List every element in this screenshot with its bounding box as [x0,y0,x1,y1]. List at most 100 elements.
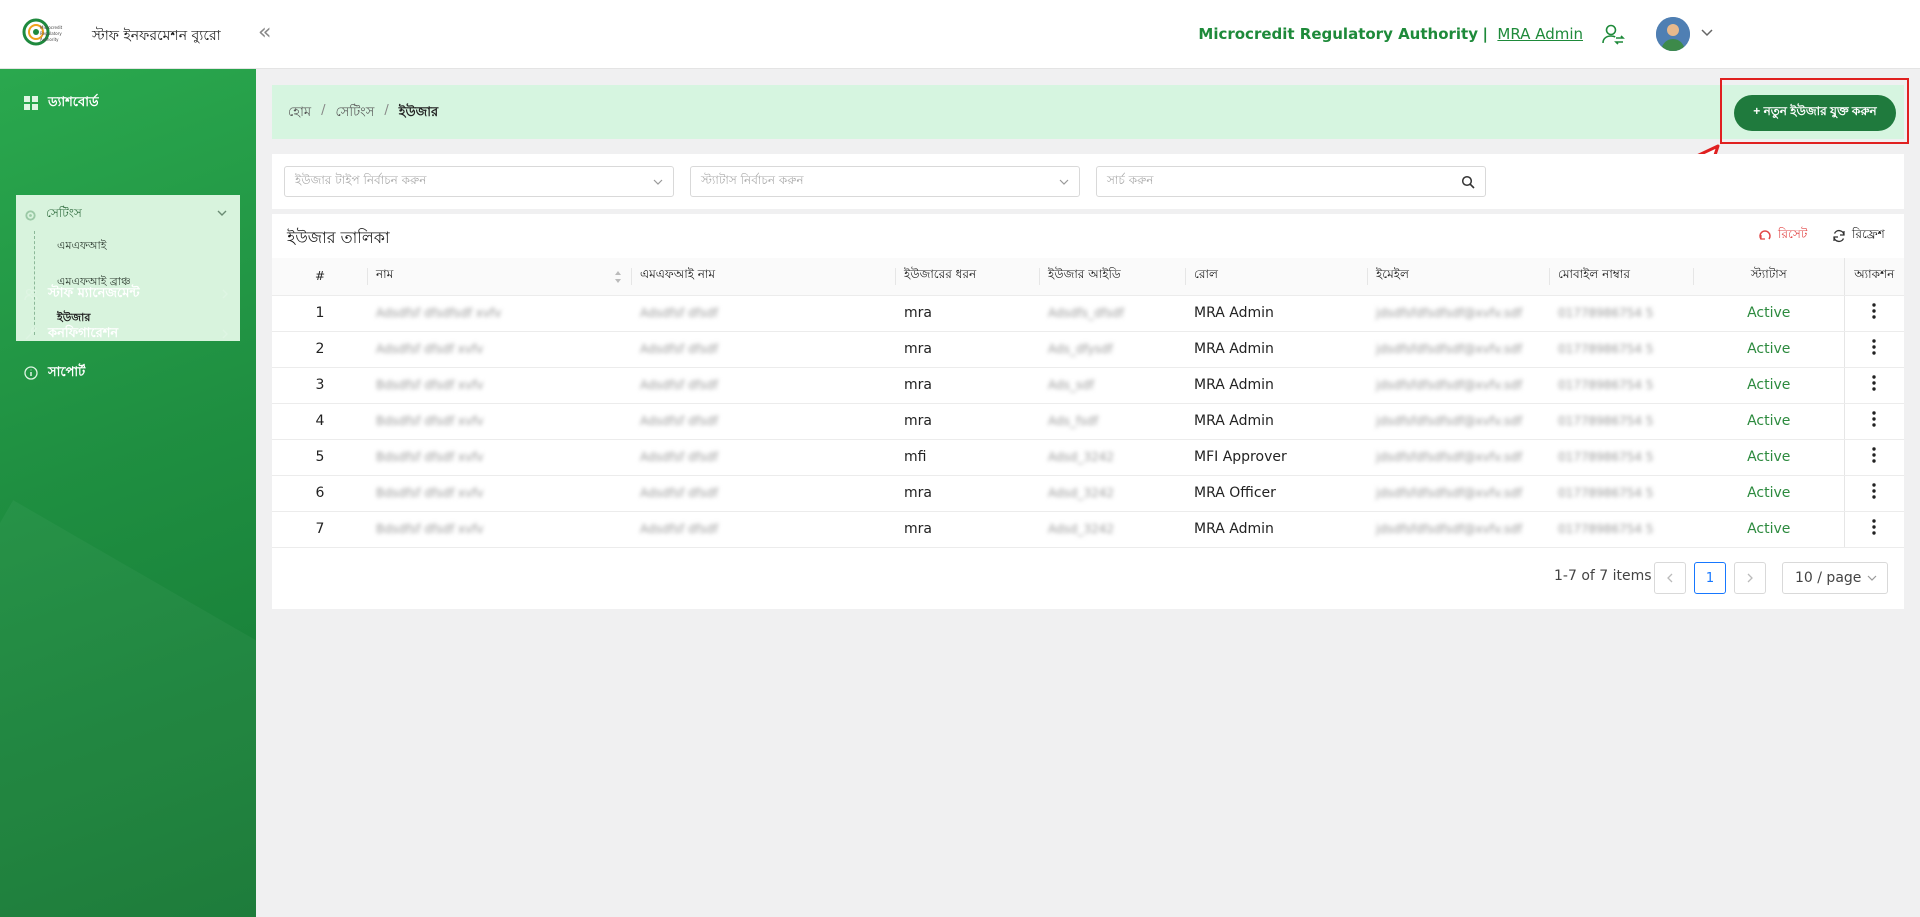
next-page-button[interactable] [1734,562,1766,594]
logo-text-3: Authority [40,37,59,42]
cell-number: 4 [272,403,368,440]
more-options-icon[interactable] [1867,446,1881,464]
cell-name: Bdsdfsf dfsdf xvfv [368,403,632,440]
col-header-action: অ্যাকশন [1843,258,1904,296]
filter-panel: ইউজার টাইপ নির্বাচন করুন স্ট্যাটাস নির্ব… [272,154,1904,209]
sidebar-item-dashboard[interactable]: ড্যাশবোর্ড [24,93,99,113]
sidebar-item-configuration[interactable]: কনফিগারেশন [24,324,118,344]
submenu-guide-line [34,231,35,335]
prev-page-button[interactable] [1654,562,1686,594]
col-header-status: স্ট্যাটাস [1694,258,1844,296]
status-badge: Active [1694,511,1844,548]
status-badge: Active [1694,295,1844,332]
cell-mobile: 01778986754 5 [1550,439,1694,476]
cell-email: jdsdfsfdfsdfsdf@xvfv.sdf [1368,511,1550,548]
cell-mfi-name: Adsdfsf dfsdf [632,295,896,332]
chevron-right-icon[interactable] [220,289,230,299]
sort-icon[interactable] [614,270,622,284]
switch-user-icon[interactable] [1601,22,1625,46]
cell-user-type: mra [896,331,1040,368]
user-type-placeholder: ইউজার টাইপ নির্বাচন করুন [295,172,427,187]
chevron-down-icon[interactable] [216,207,228,219]
table-row: 1 Adsdfsf dfsdfsdf xvfv Adsdfsf dfsdf mr… [272,295,1904,332]
cell-mfi-name: Adsdfsf dfsdf [632,331,896,368]
sidebar-item-support[interactable]: সাপোর্ট [24,363,85,383]
user-name-link[interactable]: MRA Admin [1497,25,1583,43]
col-header-mobile: মোবাইল নাম্বার [1550,258,1694,296]
cell-name: Bdsdfsf dfsdf xvfv [368,367,632,404]
col-header-user-type: ইউজারের ধরন [896,258,1040,296]
cell-mobile: 01778986754 5 [1550,511,1694,548]
status-badge: Active [1694,439,1844,476]
logo-text-1: Microcredit [40,25,63,30]
breadcrumb-home[interactable]: হোম [288,103,311,124]
sidebar: ড্যাশবোর্ড সেটিংস এমএফআই এমএফআই ব্রাঞ্চ … [0,69,256,917]
sidebar-item-settings[interactable]: সেটিংস [24,205,82,225]
more-options-icon[interactable] [1867,338,1881,356]
gear-icon [25,209,36,221]
col-header-mfi-name: এমএফআই নাম [632,258,896,296]
status-select[interactable]: স্ট্যাটাস নির্বাচন করুন [690,166,1080,197]
sidebar-subitem-mfi[interactable]: এমএফআই [57,237,106,256]
breadcrumb-bar: হোম / সেটিংস / ইউজার [272,85,1904,139]
cell-name: Adsdfsf dfsdfsdf xvfv [368,295,632,332]
more-options-icon[interactable] [1867,302,1881,320]
cell-mfi-name: Adsdfsf dfsdf [632,403,896,440]
cell-user-type: mfi [896,439,1040,476]
cell-user-type: mra [896,403,1040,440]
cell-action [1843,367,1904,404]
cell-number: 2 [272,331,368,368]
user-avatar[interactable] [1656,17,1690,51]
sidebar-item-label: কনফিগারেশন [48,325,119,341]
search-input[interactable]: সার্চ করুন [1096,166,1486,197]
cell-user-id: Ads_sdf [1040,367,1186,404]
reset-button[interactable]: রিসেট [1758,226,1807,246]
page-number-button[interactable]: 1 [1694,562,1726,594]
col-header-number: # [272,258,368,296]
breadcrumb: হোম / সেটিংস / ইউজার [288,103,438,124]
cell-number: 6 [272,475,368,512]
sidebar-item-label: সাপোর্ট [48,364,86,380]
chevron-down-icon[interactable] [1700,25,1714,39]
chevron-right-icon[interactable] [220,329,230,339]
annotation-highlight-box [1720,78,1909,144]
cell-mobile: 01778986754 5 [1550,475,1694,512]
top-header: Microcredit Regulatory Authority স্টাফ ই… [0,0,1920,69]
col-header-name[interactable]: নাম [368,258,632,296]
page-size-select[interactable]: 10 / page [1782,562,1888,594]
sidebar-item-staff-management[interactable]: স্টাফ ম্যানেজমেন্ট [24,284,232,304]
chevron-down-icon [1867,575,1877,581]
refresh-label: রিফ্রেশ [1852,227,1885,241]
cell-number: 3 [272,367,368,404]
cell-email: jdsdfsfdfsdfsdf@xvfv.sdf [1368,475,1550,512]
chevron-down-icon [1059,179,1069,185]
staff-icon [24,288,38,301]
more-options-icon[interactable] [1867,518,1881,536]
more-options-icon[interactable] [1867,410,1881,428]
cell-mobile: 01778986754 5 [1550,403,1694,440]
cell-role: MRA Admin [1186,331,1368,368]
user-type-select[interactable]: ইউজার টাইপ নির্বাচন করুন [284,166,674,197]
chevron-right-icon [1747,573,1753,583]
sidebar-item-label: স্টাফ ম্যানেজমেন্ট [48,285,140,301]
cell-mfi-name: Adsdfsf dfsdf [632,475,896,512]
cell-action [1843,511,1904,548]
chevron-left-icon [1667,573,1673,583]
sidebar-item-label: ড্যাশবোর্ড [48,94,99,110]
search-placeholder: সার্চ করুন [1107,172,1154,187]
search-icon[interactable] [1461,175,1475,189]
cell-role: MRA Admin [1186,511,1368,548]
cell-action [1843,331,1904,368]
table-row: 4 Bdsdfsf dfsdf xvfv Adsdfsf dfsdf mra A… [272,403,1904,440]
more-options-icon[interactable] [1867,482,1881,500]
cell-role: MRA Admin [1186,403,1368,440]
mra-logo: Microcredit Regulatory Authority [22,18,63,46]
breadcrumb-settings[interactable]: সেটিংস [335,103,374,124]
reset-label: রিসেট [1778,227,1808,241]
cell-email: jdsdfsfdfsdfsdf@xvfv.sdf [1368,331,1550,368]
cell-number: 1 [272,295,368,332]
refresh-button[interactable]: রিফ্রেশ [1832,226,1885,246]
cell-user-type: mra [896,511,1040,548]
collapse-sidebar-icon[interactable]: « [258,20,271,46]
more-options-icon[interactable] [1867,374,1881,392]
